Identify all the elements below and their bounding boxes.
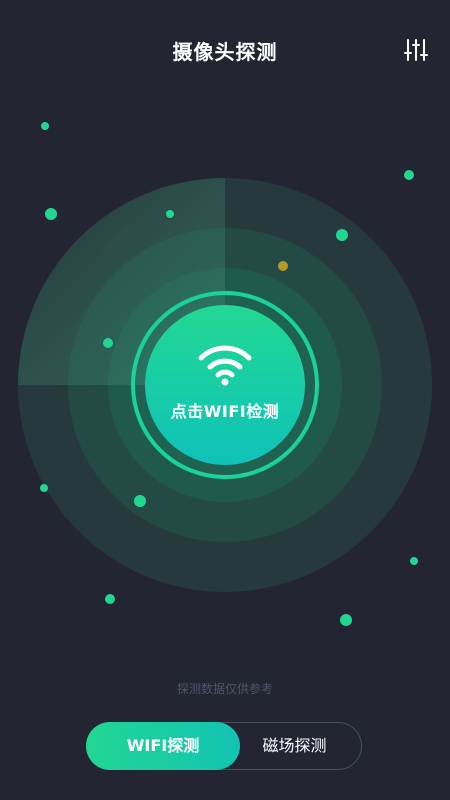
radar-dot-highlight [278, 261, 288, 271]
app-screen: 摄像头探测 点击WIFI检测 探测数据仅供参考 WIFI探测 磁场探测 [0, 0, 450, 800]
tab-magnetic-detect[interactable]: 磁场探测 [227, 722, 362, 770]
radar-dot [340, 614, 352, 626]
scan-button-label: 点击WIFI检测 [170, 402, 280, 421]
disclaimer-text: 探测数据仅供参考 [176, 682, 273, 696]
radar-dot [404, 170, 414, 180]
radar-dot [45, 208, 57, 220]
radar-dot [410, 557, 418, 565]
radar-dot [134, 495, 146, 507]
radar-dot [336, 229, 348, 241]
radar-dot [40, 484, 48, 492]
tab-wifi-detect[interactable]: WIFI探测 [86, 722, 240, 770]
wifi-icon [198, 345, 252, 386]
scan-wifi-button[interactable]: 点击WIFI检测 [138, 298, 312, 472]
radar-dot [166, 210, 174, 218]
radar-dot [41, 122, 49, 130]
radar-dot [103, 338, 113, 348]
radar-dot [105, 594, 115, 604]
mode-switch: WIFI探测 磁场探测 [86, 722, 362, 770]
